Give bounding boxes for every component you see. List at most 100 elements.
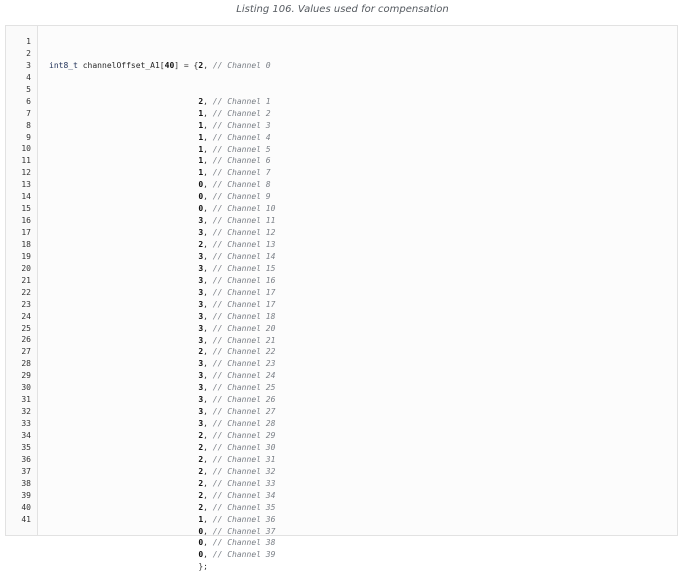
code-line: 3, // Channel 17 (49, 287, 669, 299)
comma: , (203, 311, 213, 321)
code-line: }; (49, 561, 669, 573)
line-number: 35 (21, 442, 31, 452)
code-line: int8_t channelOffset_A1[40] = {2, // Cha… (49, 60, 669, 72)
line-number: 19 (21, 251, 31, 261)
line-number: 14 (21, 192, 31, 202)
entry-comment: // Channel 9 (212, 192, 271, 202)
code-line: 0, // Channel 8 (49, 179, 669, 191)
line-number: 13 (21, 180, 31, 190)
comma: , (203, 96, 213, 106)
comma: , (203, 275, 213, 285)
comma: , (203, 156, 213, 166)
entry-comment: // Channel 32 (212, 466, 276, 476)
comma: , (203, 490, 213, 500)
initializer-open: = { (179, 60, 199, 70)
code-line: 2, // Channel 29 (49, 430, 669, 442)
listing-caption: Listing 106. Values used for compensatio… (236, 4, 449, 15)
comma: , (203, 216, 213, 226)
entry-comment: // Channel 1 (212, 96, 271, 106)
entry-comment: // Channel 30 (212, 442, 276, 452)
code-line: 1, // Channel 5 (49, 144, 669, 156)
line-number: 4 (26, 72, 31, 82)
entry-comment: // Channel 34 (212, 490, 276, 500)
line-number: 37 (21, 466, 31, 476)
comma: , (203, 407, 213, 417)
code-line: 1, // Channel 2 (49, 108, 669, 120)
entry-comment: // Channel 6 (212, 156, 271, 166)
entry-comment: // Channel 26 (212, 395, 276, 405)
entry-comment: // Channel 39 (212, 550, 276, 560)
entry-comment: // Channel 15 (212, 263, 276, 273)
entry-comment: // Channel 27 (212, 407, 276, 417)
line-number: 9 (26, 132, 31, 142)
comma: , (203, 192, 213, 202)
comma: , (203, 323, 213, 333)
array-size: 40 (164, 60, 175, 70)
comma: , (203, 454, 213, 464)
type-keyword: int8_t (49, 60, 78, 70)
code-line: 1, // Channel 4 (49, 132, 669, 144)
entry-comment: // Channel 37 (212, 526, 276, 536)
line-number: 28 (21, 359, 31, 369)
line-number: 1 (26, 37, 31, 46)
line-number: 29 (21, 371, 31, 381)
line-number: 11 (21, 156, 31, 166)
entry-comment: // Channel 24 (212, 371, 276, 381)
code-line: 3, // Channel 16 (49, 275, 669, 287)
line-number: 2 (26, 48, 31, 58)
code-line: 3, // Channel 12 (49, 227, 669, 239)
array-name: channelOffset_A1 (82, 60, 160, 70)
entry-comment: // Channel 12 (212, 228, 276, 238)
entry-comment: // Channel 16 (212, 275, 276, 285)
code-line: 3, // Channel 11 (49, 215, 669, 227)
entry-comment: // Channel 33 (212, 478, 276, 488)
comma: , (203, 359, 213, 369)
comma: , (203, 108, 213, 118)
code-line: 2, // Channel 34 (49, 490, 669, 502)
line-number: 18 (21, 239, 31, 249)
comma: , (203, 371, 213, 381)
comma: , (203, 204, 213, 214)
code-line: 2, // Channel 22 (49, 346, 669, 358)
line-number: 16 (21, 216, 31, 226)
comma: , (203, 251, 213, 261)
comma: , (203, 419, 213, 429)
code-line: 0, // Channel 39 (49, 549, 669, 561)
line-number: 20 (21, 263, 31, 273)
line-numbers: 1 2 3 4 5 6 7 8 9 10 11 12 13 14 15 16 17 18 19 20 21 22 23 24 2… (6, 36, 31, 525)
entry-comment: // Channel 18 (212, 311, 276, 321)
entry-comment: // Channel 17 (212, 287, 276, 297)
line-number: 31 (21, 395, 31, 405)
entry-comment: // Channel 21 (212, 335, 276, 345)
comma: , (203, 514, 213, 524)
line-number: 27 (21, 347, 31, 357)
entry-comment: // Channel 8 (212, 180, 271, 190)
code-line: 3, // Channel 27 (49, 406, 669, 418)
comma: , (203, 335, 213, 345)
code-line: 2, // Channel 30 (49, 442, 669, 454)
entry-comment: // Channel 22 (212, 347, 276, 357)
code-line: 0, // Channel 9 (49, 191, 669, 203)
comma: , (203, 180, 213, 190)
